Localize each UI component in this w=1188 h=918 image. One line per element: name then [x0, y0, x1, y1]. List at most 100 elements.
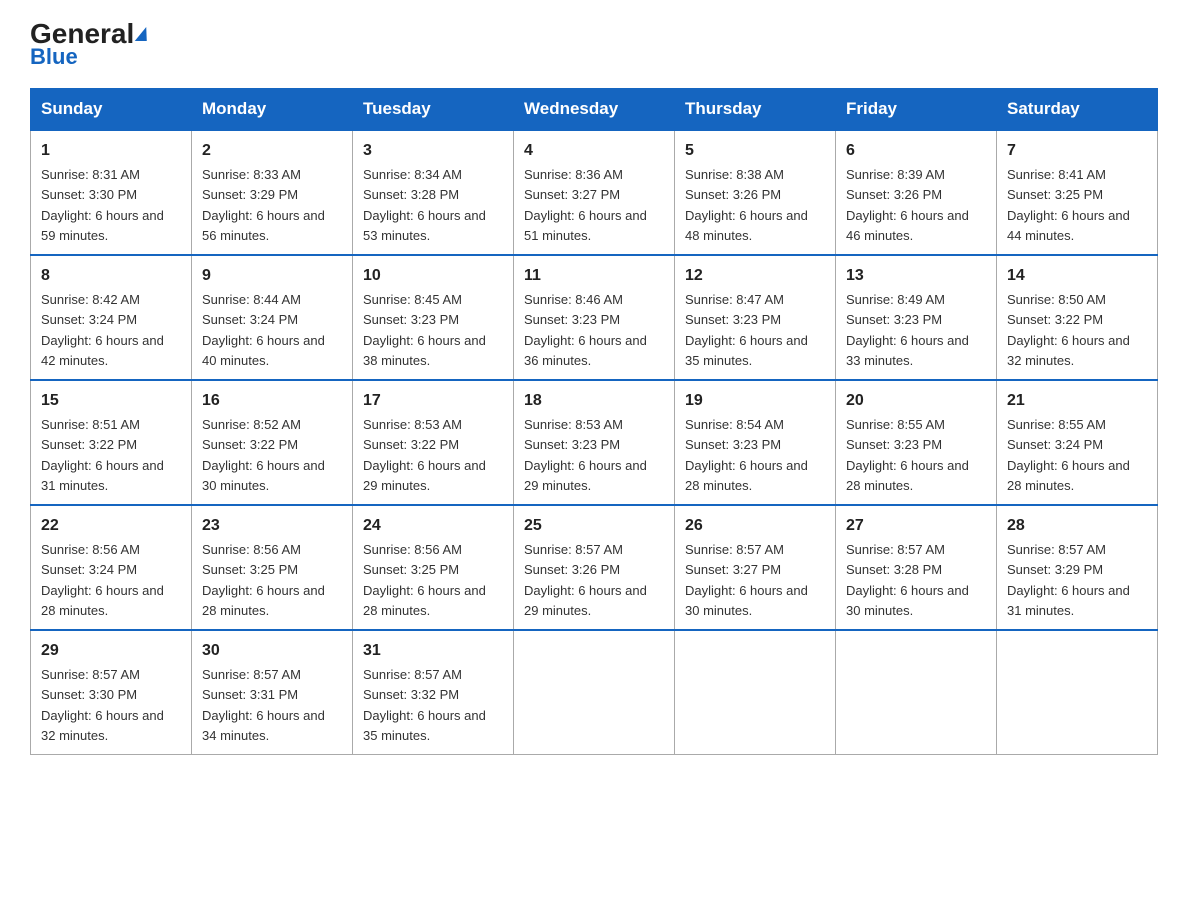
day-number: 13: [846, 264, 986, 288]
calendar-cell: 13Sunrise: 8:49 AMSunset: 3:23 PMDayligh…: [836, 255, 997, 380]
day-info: Sunrise: 8:55 AMSunset: 3:24 PMDaylight:…: [1007, 417, 1130, 493]
calendar-cell: 22 Sunrise: 8:56 AMSunset: 3:24 PMDayligh…: [31, 505, 192, 630]
calendar-cell: 17Sunrise: 8:53 AMSunset: 3:22 PMDayligh…: [353, 380, 514, 505]
calendar-cell: 5 Sunrise: 8:38 AMSunset: 3:26 PMDaylight…: [675, 130, 836, 255]
calendar-cell: 4 Sunrise: 8:36 AMSunset: 3:27 PMDaylight…: [514, 130, 675, 255]
day-info: Sunrise: 8:34 AMSunset: 3:28 PMDaylight:…: [363, 167, 486, 243]
day-number: 12: [685, 264, 825, 288]
calendar-cell: 24 Sunrise: 8:56 AMSunset: 3:25 PMDayligh…: [353, 505, 514, 630]
day-info: Sunrise: 8:36 AMSunset: 3:27 PMDaylight:…: [524, 167, 647, 243]
calendar-table: SundayMondayTuesdayWednesdayThursdayFrid…: [30, 88, 1158, 755]
day-info: Sunrise: 8:47 AMSunset: 3:23 PMDaylight:…: [685, 292, 808, 368]
calendar-cell: 3 Sunrise: 8:34 AMSunset: 3:28 PMDaylight…: [353, 130, 514, 255]
day-number: 28: [1007, 514, 1147, 538]
day-number: 9: [202, 264, 342, 288]
day-info: Sunrise: 8:56 AMSunset: 3:25 PMDaylight:…: [202, 542, 325, 618]
calendar-cell: [675, 630, 836, 755]
day-number: 19: [685, 389, 825, 413]
day-number: 26: [685, 514, 825, 538]
calendar-cell: 19 Sunrise: 8:54 AMSunset: 3:23 PMDayligh…: [675, 380, 836, 505]
calendar-cell: 11 Sunrise: 8:46 AMSunset: 3:23 PMDayligh…: [514, 255, 675, 380]
day-number: 21: [1007, 389, 1147, 413]
calendar-cell: 29 Sunrise: 8:57 AMSunset: 3:30 PMDayligh…: [31, 630, 192, 755]
day-number: 6: [846, 139, 986, 163]
weekday-header-saturday: Saturday: [997, 89, 1158, 131]
calendar-cell: 14Sunrise: 8:50 AMSunset: 3:22 PMDayligh…: [997, 255, 1158, 380]
calendar-cell: 9 Sunrise: 8:44 AMSunset: 3:24 PMDaylight…: [192, 255, 353, 380]
page-header: General Blue: [30, 20, 1158, 70]
day-info: Sunrise: 8:51 AMSunset: 3:22 PMDaylight:…: [41, 417, 164, 493]
day-info: Sunrise: 8:44 AMSunset: 3:24 PMDaylight:…: [202, 292, 325, 368]
logo: General Blue: [30, 20, 148, 70]
day-number: 5: [685, 139, 825, 163]
calendar-cell: 16 Sunrise: 8:52 AMSunset: 3:22 PMDayligh…: [192, 380, 353, 505]
day-number: 30: [202, 639, 342, 663]
day-number: 31: [363, 639, 503, 663]
calendar-cell: 6Sunrise: 8:39 AMSunset: 3:26 PMDaylight…: [836, 130, 997, 255]
day-number: 16: [202, 389, 342, 413]
calendar-cell: [836, 630, 997, 755]
weekday-header-tuesday: Tuesday: [353, 89, 514, 131]
calendar-cell: 10 Sunrise: 8:45 AMSunset: 3:23 PMDayligh…: [353, 255, 514, 380]
calendar-cell: [514, 630, 675, 755]
day-info: Sunrise: 8:46 AMSunset: 3:23 PMDaylight:…: [524, 292, 647, 368]
day-number: 22: [41, 514, 181, 538]
calendar-cell: 27Sunrise: 8:57 AMSunset: 3:28 PMDayligh…: [836, 505, 997, 630]
day-info: Sunrise: 8:45 AMSunset: 3:23 PMDaylight:…: [363, 292, 486, 368]
day-info: Sunrise: 8:56 AMSunset: 3:25 PMDaylight:…: [363, 542, 486, 618]
calendar-cell: 15 Sunrise: 8:51 AMSunset: 3:22 PMDayligh…: [31, 380, 192, 505]
day-info: Sunrise: 8:31 AMSunset: 3:30 PMDaylight:…: [41, 167, 164, 243]
calendar-cell: 7 Sunrise: 8:41 AMSunset: 3:25 PMDaylight…: [997, 130, 1158, 255]
calendar-cell: [997, 630, 1158, 755]
day-info: Sunrise: 8:42 AMSunset: 3:24 PMDaylight:…: [41, 292, 164, 368]
week-row-1: 1Sunrise: 8:31 AMSunset: 3:30 PMDaylight…: [31, 130, 1158, 255]
day-number: 3: [363, 139, 503, 163]
calendar-cell: 12 Sunrise: 8:47 AMSunset: 3:23 PMDayligh…: [675, 255, 836, 380]
weekday-header-sunday: Sunday: [31, 89, 192, 131]
day-number: 29: [41, 639, 181, 663]
weekday-header-monday: Monday: [192, 89, 353, 131]
week-row-3: 15 Sunrise: 8:51 AMSunset: 3:22 PMDayligh…: [31, 380, 1158, 505]
week-row-5: 29 Sunrise: 8:57 AMSunset: 3:30 PMDayligh…: [31, 630, 1158, 755]
day-info: Sunrise: 8:50 AMSunset: 3:22 PMDaylight:…: [1007, 292, 1130, 368]
day-info: Sunrise: 8:53 AMSunset: 3:22 PMDaylight:…: [363, 417, 486, 493]
calendar-cell: 18 Sunrise: 8:53 AMSunset: 3:23 PMDayligh…: [514, 380, 675, 505]
weekday-header-thursday: Thursday: [675, 89, 836, 131]
calendar-cell: 21 Sunrise: 8:55 AMSunset: 3:24 PMDayligh…: [997, 380, 1158, 505]
calendar-cell: 30 Sunrise: 8:57 AMSunset: 3:31 PMDayligh…: [192, 630, 353, 755]
day-number: 24: [363, 514, 503, 538]
day-number: 25: [524, 514, 664, 538]
calendar-cell: 2Sunrise: 8:33 AMSunset: 3:29 PMDaylight…: [192, 130, 353, 255]
day-number: 18: [524, 389, 664, 413]
day-info: Sunrise: 8:41 AMSunset: 3:25 PMDaylight:…: [1007, 167, 1130, 243]
day-info: Sunrise: 8:57 AMSunset: 3:31 PMDaylight:…: [202, 667, 325, 743]
day-number: 27: [846, 514, 986, 538]
calendar-cell: 20Sunrise: 8:55 AMSunset: 3:23 PMDayligh…: [836, 380, 997, 505]
day-info: Sunrise: 8:57 AMSunset: 3:30 PMDaylight:…: [41, 667, 164, 743]
calendar-cell: 1Sunrise: 8:31 AMSunset: 3:30 PMDaylight…: [31, 130, 192, 255]
day-number: 11: [524, 264, 664, 288]
day-info: Sunrise: 8:52 AMSunset: 3:22 PMDaylight:…: [202, 417, 325, 493]
calendar-cell: 26 Sunrise: 8:57 AMSunset: 3:27 PMDayligh…: [675, 505, 836, 630]
day-number: 15: [41, 389, 181, 413]
calendar-cell: 23 Sunrise: 8:56 AMSunset: 3:25 PMDayligh…: [192, 505, 353, 630]
weekday-header-row: SundayMondayTuesdayWednesdayThursdayFrid…: [31, 89, 1158, 131]
calendar-cell: 25 Sunrise: 8:57 AMSunset: 3:26 PMDayligh…: [514, 505, 675, 630]
day-info: Sunrise: 8:57 AMSunset: 3:32 PMDaylight:…: [363, 667, 486, 743]
calendar-cell: 28Sunrise: 8:57 AMSunset: 3:29 PMDayligh…: [997, 505, 1158, 630]
weekday-header-wednesday: Wednesday: [514, 89, 675, 131]
day-info: Sunrise: 8:55 AMSunset: 3:23 PMDaylight:…: [846, 417, 969, 493]
day-number: 8: [41, 264, 181, 288]
day-number: 10: [363, 264, 503, 288]
weekday-header-friday: Friday: [836, 89, 997, 131]
day-info: Sunrise: 8:33 AMSunset: 3:29 PMDaylight:…: [202, 167, 325, 243]
day-number: 4: [524, 139, 664, 163]
day-info: Sunrise: 8:57 AMSunset: 3:26 PMDaylight:…: [524, 542, 647, 618]
day-info: Sunrise: 8:54 AMSunset: 3:23 PMDaylight:…: [685, 417, 808, 493]
day-number: 23: [202, 514, 342, 538]
day-info: Sunrise: 8:57 AMSunset: 3:27 PMDaylight:…: [685, 542, 808, 618]
day-number: 7: [1007, 139, 1147, 163]
day-info: Sunrise: 8:53 AMSunset: 3:23 PMDaylight:…: [524, 417, 647, 493]
day-info: Sunrise: 8:56 AMSunset: 3:24 PMDaylight:…: [41, 542, 164, 618]
day-info: Sunrise: 8:38 AMSunset: 3:26 PMDaylight:…: [685, 167, 808, 243]
